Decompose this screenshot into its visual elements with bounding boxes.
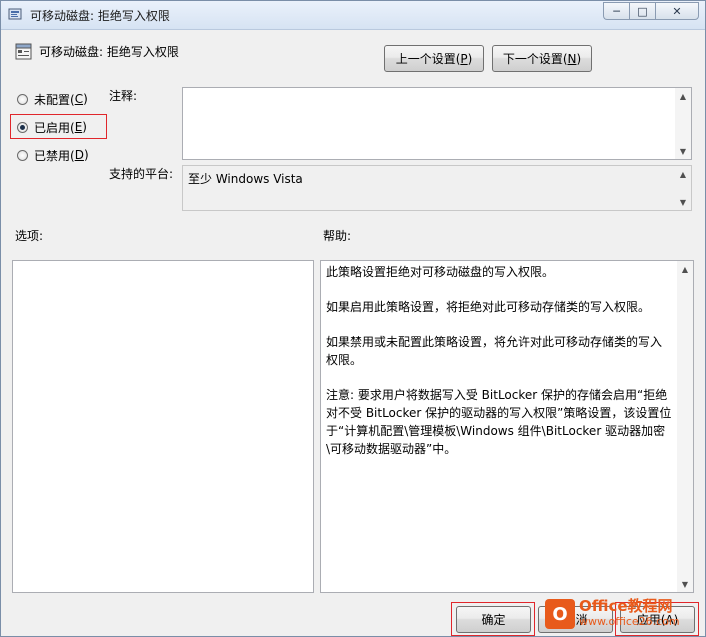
options-pane[interactable] [12,260,314,593]
policy-setting-icon [15,43,32,60]
next-setting-label-end: ) [576,51,582,66]
help-paragraph: 如果启用此策略设置，将拒绝对此可移动存储类的写入权限。 [326,300,651,314]
comment-label: 注释: [109,89,138,103]
previous-setting-label-end: ) [467,51,473,66]
close-icon: ✕ [672,4,682,18]
scroll-down-icon[interactable]: ▼ [677,576,693,592]
platform-value: 至少 Windows Vista [188,172,303,186]
radio-not-configured-key: C [74,92,84,106]
radio-enabled-label: 已启用( [34,120,75,135]
radio-enabled-key: E [74,120,83,134]
radio-enabled[interactable]: 已启用(E) [17,118,87,136]
help-paragraph: 此策略设置拒绝对可移动磁盘的写入权限。 [326,265,555,279]
window-controls: ─ □ ✕ [603,2,699,21]
options-label: 选项: [15,229,44,243]
radio-not-configured[interactable]: 未配置(C) [17,90,88,108]
watermark-text: Office教程网 www.office26.com [579,599,680,629]
radio-not-configured-end: ) [83,92,88,106]
comment-textarea[interactable]: ▲ ▼ [182,87,692,160]
help-scrollbar[interactable]: ▲ ▼ [677,261,693,592]
close-button[interactable]: ✕ [655,2,699,20]
radio-circle-checked[interactable] [17,121,28,133]
office-watermark-logo: O Office教程网 www.office26.com [545,596,701,632]
scroll-down-icon[interactable]: ▼ [675,143,691,159]
maximize-button[interactable]: □ [629,2,655,20]
scroll-up-icon[interactable]: ▲ [675,88,691,104]
radio-circle[interactable] [17,93,28,105]
policy-name: 可移动磁盘: 拒绝写入权限 [39,45,179,59]
title-bar[interactable]: 可移动磁盘: 拒绝写入权限 ─ □ ✕ [1,1,705,30]
comment-scrollbar[interactable]: ▲ ▼ [675,88,691,159]
maximize-icon: □ [637,4,648,18]
watermark-url: www.office26.com [579,615,680,628]
office-logo-icon: O [545,599,575,629]
platform-label: 支持的平台: [109,167,174,181]
minimize-icon: ─ [613,4,620,18]
radio-disabled-key: D [74,148,84,162]
scroll-up-icon[interactable]: ▲ [675,166,691,182]
radio-disabled-end: ) [83,148,89,162]
minimize-button[interactable]: ─ [603,2,629,20]
policy-app-icon [8,8,22,20]
platform-field: 至少 Windows Vista ▲ ▼ [182,165,692,211]
radio-enabled-end: ) [82,120,87,134]
previous-setting-button[interactable]: 上一个设置(P) [384,45,484,72]
radio-disabled-label: 已禁用( [34,148,75,163]
ok-button[interactable]: 确定 [456,606,531,633]
radio-circle[interactable] [17,149,28,161]
platform-scrollbar[interactable]: ▲ ▼ [675,166,691,210]
radio-not-configured-label: 未配置( [34,92,75,107]
help-text: 此策略设置拒绝对可移动磁盘的写入权限。 如果启用此策略设置，将拒绝对此可移动存储… [326,263,673,475]
policy-dialog-window: 可移动磁盘: 拒绝写入权限 ─ □ ✕ 可移动磁盘: 拒绝写入权限 上一个设置(… [0,0,706,637]
scroll-up-icon[interactable]: ▲ [677,261,693,277]
next-setting-access-key: N [567,51,577,66]
help-paragraph: 如果禁用或未配置此策略设置，将允许对此可移动存储类的写入权限。 [326,335,663,367]
window-title: 可移动磁盘: 拒绝写入权限 [30,9,170,23]
help-label: 帮助: [323,229,352,243]
scroll-down-icon[interactable]: ▼ [675,194,691,210]
help-pane[interactable]: 此策略设置拒绝对可移动磁盘的写入权限。 如果启用此策略设置，将拒绝对此可移动存储… [320,260,694,593]
previous-setting-label: 上一个设置( [395,52,461,66]
radio-disabled[interactable]: 已禁用(D) [17,146,89,164]
next-setting-button[interactable]: 下一个设置(N) [492,45,592,72]
watermark-name: Office教程网 [579,597,673,615]
next-setting-label: 下一个设置( [502,52,568,66]
help-paragraph: 注意: 要求用户将数据写入受 BitLocker 保护的存储会启用“拒绝对不受 … [326,388,672,456]
previous-setting-access-key: P [460,51,468,66]
